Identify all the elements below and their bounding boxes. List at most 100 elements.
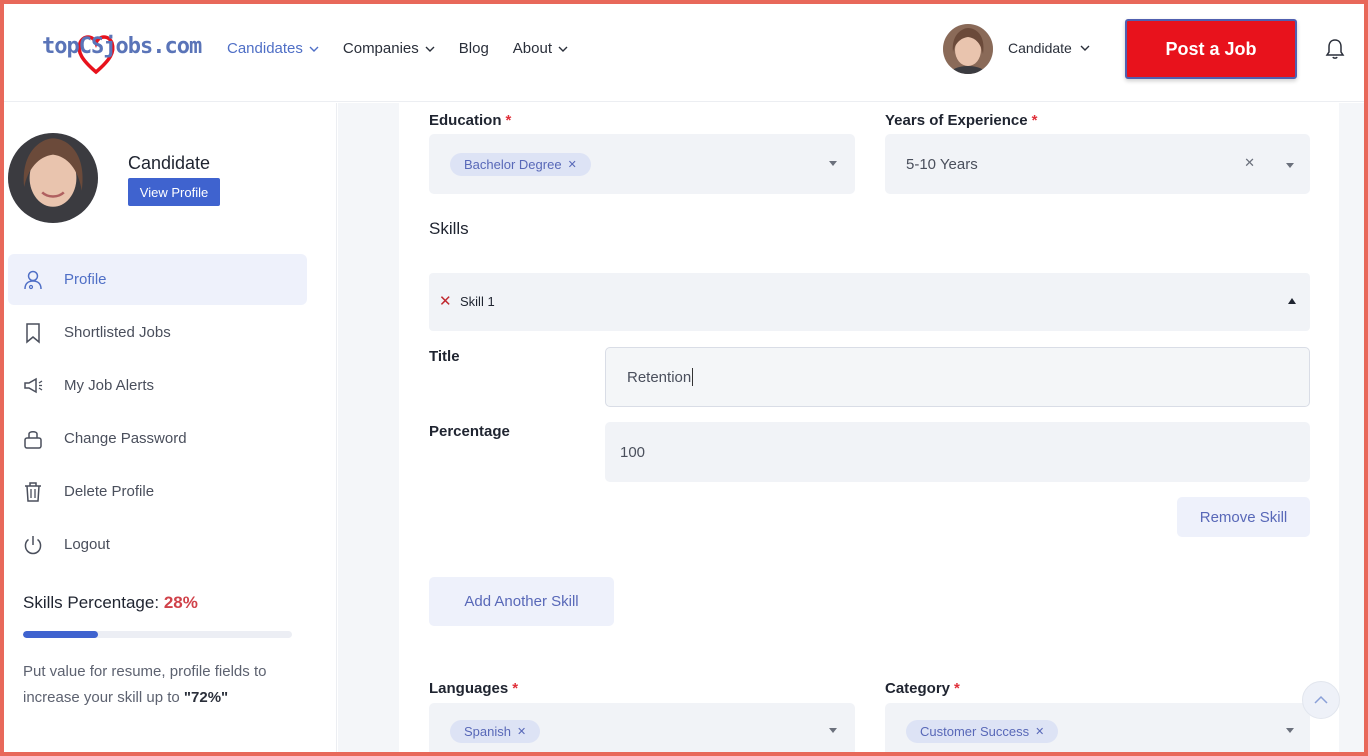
languages-label-text: Languages bbox=[429, 680, 509, 697]
sidebar-item-label: Change Password bbox=[64, 430, 187, 447]
skill-percentage-label: Percentage bbox=[429, 423, 510, 440]
nav-companies[interactable]: Companies bbox=[343, 40, 435, 57]
sidebar-item-delete-profile[interactable]: Delete Profile bbox=[8, 466, 307, 517]
skills-progress-bar bbox=[23, 631, 292, 638]
header-avatar[interactable] bbox=[943, 24, 993, 74]
site-logo[interactable]: topCSjobs.com bbox=[42, 30, 202, 76]
skill-percentage-value: 100 bbox=[620, 443, 646, 461]
languages-label: Languages * bbox=[429, 680, 518, 697]
clear-icon[interactable]: ✕ bbox=[1244, 155, 1255, 171]
sidebar-item-change-password[interactable]: Change Password bbox=[8, 413, 307, 464]
bookmark-icon bbox=[26, 322, 40, 344]
bell-icon[interactable] bbox=[1325, 38, 1345, 60]
avatar-photo bbox=[943, 24, 993, 74]
scroll-to-top-button[interactable] bbox=[1302, 681, 1340, 719]
nav-about-label: About bbox=[512, 40, 552, 57]
skill-name: Skill 1 bbox=[460, 294, 495, 309]
tag-remove-icon[interactable]: ✕ bbox=[568, 158, 577, 171]
header-user-label: Candidate bbox=[1008, 40, 1072, 56]
logo-text: topCSjobs.com bbox=[42, 34, 202, 59]
sidebar-item-label: Shortlisted Jobs bbox=[64, 324, 171, 341]
languages-select[interactable]: Spanish ✕ bbox=[429, 703, 855, 756]
category-tag: Customer Success ✕ bbox=[906, 719, 1059, 743]
skills-progress-fill bbox=[23, 631, 99, 638]
language-tag: Spanish ✕ bbox=[450, 719, 541, 743]
nav-about[interactable]: About bbox=[513, 40, 568, 57]
view-profile-button[interactable]: View Profile bbox=[128, 178, 220, 206]
chevron-down-icon bbox=[1080, 45, 1090, 51]
sidebar-menu: Profile Shortlisted Jobs My Job Alerts C… bbox=[8, 254, 307, 572]
skills-percentage-value: 28% bbox=[163, 593, 198, 612]
chevron-down-icon bbox=[425, 46, 435, 52]
lock-icon bbox=[24, 430, 42, 449]
skills-note-target: "72%" bbox=[183, 689, 229, 706]
power-icon bbox=[24, 535, 42, 554]
category-select[interactable]: Customer Success ✕ bbox=[885, 703, 1310, 756]
post-job-button[interactable]: Post a Job bbox=[1125, 19, 1297, 79]
required-mark: * bbox=[954, 680, 960, 697]
text-cursor bbox=[692, 368, 694, 386]
dropdown-caret-icon bbox=[1286, 163, 1294, 168]
skills-percentage-label: Skills Percentage: bbox=[23, 593, 160, 612]
skills-section-title: Skills bbox=[429, 219, 469, 238]
skills-note: Put value for resume, profile fields to … bbox=[23, 659, 293, 711]
skill-title-input[interactable]: Retention bbox=[605, 347, 1310, 407]
nav-companies-label: Companies bbox=[342, 40, 419, 57]
experience-label: Years of Experience * bbox=[885, 112, 1037, 129]
user-icon bbox=[24, 270, 42, 289]
sidebar-avatar bbox=[8, 133, 98, 223]
skill-title-label: Title bbox=[429, 348, 460, 365]
chevron-down-icon bbox=[558, 46, 568, 52]
header-user-menu[interactable]: Candidate bbox=[1008, 40, 1090, 56]
sidebar: Candidate View Profile Profile Shortlist… bbox=[4, 103, 337, 756]
category-tag-label: Customer Success bbox=[920, 723, 1030, 739]
education-label: Education * bbox=[429, 112, 511, 129]
language-tag-label: Spanish bbox=[464, 723, 511, 739]
education-label-text: Education bbox=[429, 112, 502, 129]
category-label-text: Category bbox=[885, 680, 951, 697]
experience-label-text: Years of Experience bbox=[885, 112, 1028, 129]
sidebar-item-label: Delete Profile bbox=[64, 483, 155, 500]
tag-remove-icon[interactable]: ✕ bbox=[517, 725, 526, 738]
education-select[interactable]: Bachelor Degree ✕ bbox=[429, 134, 855, 194]
sidebar-item-job-alerts[interactable]: My Job Alerts bbox=[8, 360, 307, 411]
sidebar-item-label: Logout bbox=[64, 536, 110, 553]
required-mark: * bbox=[1031, 112, 1038, 129]
dropdown-caret-icon bbox=[1286, 728, 1294, 733]
skill-accordion-header[interactable]: ✕ Skill 1 bbox=[429, 273, 1310, 331]
remove-skill-x-icon[interactable]: ✕ bbox=[439, 292, 452, 310]
sidebar-user-name: Candidate bbox=[128, 153, 211, 173]
sidebar-item-shortlisted-jobs[interactable]: Shortlisted Jobs bbox=[8, 307, 307, 358]
experience-value: 5-10 Years bbox=[906, 155, 978, 173]
education-tag: Bachelor Degree ✕ bbox=[450, 152, 591, 176]
sidebar-item-logout[interactable]: Logout bbox=[8, 519, 307, 570]
remove-skill-button[interactable]: Remove Skill bbox=[1177, 497, 1310, 537]
trash-icon bbox=[25, 481, 41, 502]
nav-blog[interactable]: Blog bbox=[459, 40, 489, 57]
sidebar-item-label: My Job Alerts bbox=[64, 377, 155, 394]
category-label: Category * bbox=[885, 680, 960, 697]
required-mark: * bbox=[512, 680, 519, 697]
education-tag-label: Bachelor Degree bbox=[464, 156, 562, 172]
site-header: topCSjobs.com Candidates Companies Blog … bbox=[4, 4, 1364, 102]
megaphone-icon bbox=[24, 377, 43, 393]
skills-percentage-heading: Skills Percentage: 28% bbox=[23, 593, 198, 613]
skill-percentage-input[interactable]: 100 bbox=[605, 422, 1310, 482]
add-another-skill-button[interactable]: Add Another Skill bbox=[429, 577, 614, 626]
required-mark: * bbox=[505, 112, 512, 129]
chevron-up-icon bbox=[1314, 695, 1328, 704]
skill-title-value: Retention bbox=[627, 368, 692, 386]
nav-candidates[interactable]: Candidates bbox=[227, 40, 319, 57]
skills-note-text: Put value for resume, profile fields to … bbox=[23, 663, 267, 706]
avatar-photo bbox=[8, 133, 98, 223]
dropdown-caret-icon bbox=[829, 161, 837, 166]
collapse-caret-icon bbox=[1288, 298, 1296, 304]
experience-select[interactable]: 5-10 Years ✕ bbox=[885, 134, 1310, 194]
sidebar-item-profile[interactable]: Profile bbox=[8, 254, 307, 305]
nav-candidates-label: Candidates bbox=[227, 40, 303, 57]
sidebar-item-label: Profile bbox=[64, 271, 107, 288]
main-nav: Candidates Companies Blog About bbox=[227, 40, 592, 57]
chevron-down-icon bbox=[309, 46, 319, 52]
nav-blog-label: Blog bbox=[458, 40, 489, 57]
tag-remove-icon[interactable]: ✕ bbox=[1035, 725, 1044, 738]
